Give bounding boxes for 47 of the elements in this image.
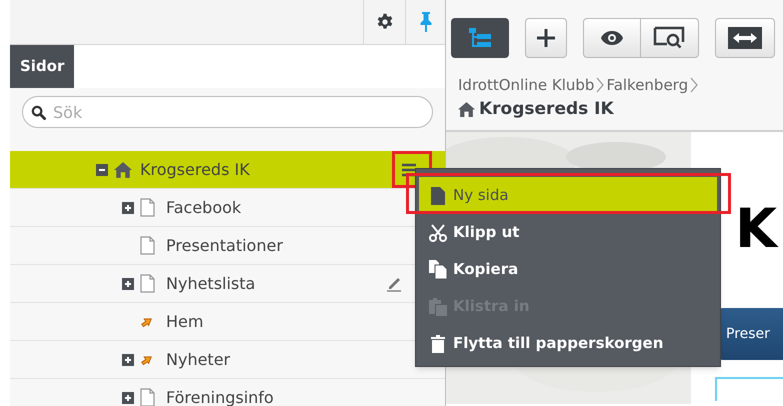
tree-item-label: Facebook [166, 196, 242, 218]
view-button[interactable] [583, 18, 641, 58]
chevron-icon [594, 77, 606, 94]
resize-button[interactable] [715, 18, 775, 58]
expand-icon[interactable] [122, 278, 134, 290]
menu-item[interactable]: Ny sida [419, 177, 717, 214]
content-frame [715, 377, 783, 401]
chevron-icon [688, 77, 700, 94]
search-field[interactable]: Sök [22, 96, 433, 128]
scissors-icon [429, 224, 447, 242]
tree-item-label: Krogsereds IK [140, 158, 250, 180]
eye-icon [600, 30, 624, 46]
page-icon [140, 274, 155, 293]
expand-icon[interactable] [122, 354, 134, 366]
search-icon [31, 105, 46, 120]
home-icon [114, 162, 132, 178]
resize-icon [728, 27, 762, 49]
settings-icon[interactable] [376, 13, 394, 31]
expand-icon[interactable] [122, 202, 134, 214]
page-icon [140, 388, 155, 406]
sidor-tab[interactable]: Sidor [10, 45, 74, 88]
breadcrumb-link[interactable]: Falkenberg [606, 74, 688, 96]
tree-item-label: Nyhetslista [166, 272, 256, 294]
tree-item-label: Föreningsinfo [166, 386, 274, 406]
page-heading: K [735, 202, 780, 256]
copy-icon [429, 260, 447, 279]
tree-item-label: Nyheter [166, 348, 230, 370]
clipboard-icon [429, 297, 447, 316]
add-button[interactable] [525, 18, 567, 58]
preview-button[interactable] [641, 18, 699, 58]
plus-icon [536, 28, 556, 48]
tree-view-button[interactable] [451, 18, 509, 58]
tree-item-label: Presentationer [166, 234, 283, 256]
tree-item-label: Hem [166, 310, 204, 332]
page-title: Krogsereds IK [479, 98, 614, 120]
trash-icon [431, 334, 445, 352]
page-icon [140, 236, 155, 255]
expand-icon[interactable] [122, 392, 134, 404]
tree-row[interactable]: Krogsereds IK [10, 151, 445, 189]
collapse-icon[interactable] [96, 164, 108, 176]
breadcrumb-link[interactable]: IdrottOnline Klubb [458, 74, 594, 96]
preview-icon [652, 26, 686, 50]
page-icon [140, 198, 155, 217]
pin-icon[interactable] [420, 12, 432, 32]
pencil-icon[interactable] [385, 275, 403, 293]
home-icon [458, 102, 475, 117]
tree-structure-icon [469, 28, 491, 48]
